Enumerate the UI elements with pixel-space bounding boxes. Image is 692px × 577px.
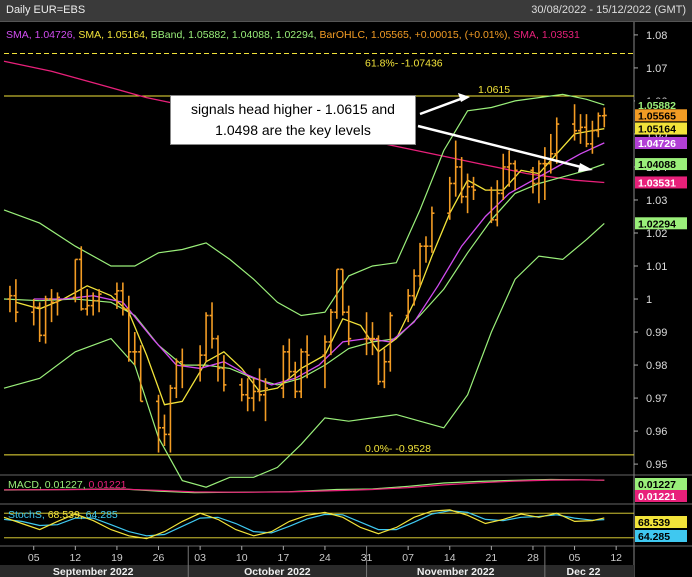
stochs-value-label: 64.285 xyxy=(638,531,670,543)
y-tick-label: 0.99 xyxy=(646,327,667,339)
x-tick-label: 28 xyxy=(527,552,539,564)
legend-item: BarOHLC, 1.05565, +0.00015, (+0.01%), xyxy=(317,29,511,41)
x-tick-label: 26 xyxy=(153,552,165,564)
macd-value-label: 0.01221 xyxy=(638,491,676,503)
macd-legend: MACD, 0.01227, 0.01221 xyxy=(8,479,127,491)
main-legend: SMA, 1.04726, SMA, 1.05164, BBand, 1.058… xyxy=(6,29,580,41)
price-label: 1.03531 xyxy=(638,177,676,189)
x-tick-label: 07 xyxy=(402,552,414,564)
month-label: September 2022 xyxy=(53,566,134,577)
stochs-legend-item: 68.539, xyxy=(45,509,83,521)
macd-legend-item: 0.01227, xyxy=(42,479,86,491)
stochs-legend-item: StochS, xyxy=(8,509,45,521)
x-tick-label: 05 xyxy=(569,552,581,564)
analyst-annotation: signals head higher - 1.0615 and 1.0498 … xyxy=(170,95,416,145)
level-label: 1.0615 xyxy=(478,84,510,96)
price-label: 1.04726 xyxy=(638,138,676,150)
x-tick-label: 05 xyxy=(28,552,40,564)
x-tick-label: 12 xyxy=(610,552,622,564)
price-label: 1.05164 xyxy=(638,124,676,136)
price-label: 1.04088 xyxy=(638,159,676,171)
y-tick-label: 0.95 xyxy=(646,459,667,471)
month-label: November 2022 xyxy=(417,566,495,577)
x-tick-label: 12 xyxy=(69,552,81,564)
main-panel xyxy=(4,25,634,474)
level-label: 0.0%- -0.9528 xyxy=(365,443,431,455)
y-tick-label: 0.96 xyxy=(646,426,667,438)
y-tick-label: 1.03 xyxy=(646,195,667,207)
y-tick-label: 0.97 xyxy=(646,393,667,405)
legend-item: SMA, 1.05164, xyxy=(75,29,147,41)
x-tick-label: 03 xyxy=(194,552,206,564)
stochs-value-label: 68.539 xyxy=(638,517,670,529)
macd-value-label: 0.01227 xyxy=(638,479,676,491)
month-label: Dec 22 xyxy=(567,566,601,577)
month-label: October 2022 xyxy=(244,566,311,577)
y-tick-label: 1.07 xyxy=(646,63,667,75)
x-tick-label: 10 xyxy=(236,552,248,564)
stochs-legend-item: 64.285 xyxy=(83,509,118,521)
macd-legend-item: 0.01221 xyxy=(86,479,127,491)
stochs-legend: StochS, 68.539, 64.285 xyxy=(8,509,118,521)
annotation-line-2: 1.0498 are the key levels xyxy=(215,122,371,138)
price-label: 1.05565 xyxy=(638,110,676,122)
x-tick-label: 21 xyxy=(486,552,498,564)
x-tick-label: 17 xyxy=(277,552,289,564)
x-tick-label: 19 xyxy=(111,552,123,564)
y-tick-label: 1.08 xyxy=(646,30,667,42)
legend-item: SMA, 1.03531 xyxy=(510,29,580,41)
x-tick-label: 24 xyxy=(319,552,331,564)
y-tick-label: 0.98 xyxy=(646,360,667,372)
y-tick-label: 1 xyxy=(646,294,652,306)
legend-item: BBand, 1.05882, 1.04088, 1.02294, xyxy=(148,29,317,41)
y-tick-label: 1.01 xyxy=(646,261,667,273)
price-label: 1.02294 xyxy=(638,218,676,230)
price-chart[interactable]: 0.950.960.970.980.9911.011.021.031.041.0… xyxy=(0,0,692,577)
macd-legend-item: MACD, xyxy=(8,479,42,491)
x-tick-label: 14 xyxy=(444,552,456,564)
legend-item: SMA, 1.04726, xyxy=(6,29,75,41)
annotation-line-1: signals head higher - 1.0615 and xyxy=(191,101,395,117)
level-label: 61.8%- -1.07436 xyxy=(365,58,443,70)
